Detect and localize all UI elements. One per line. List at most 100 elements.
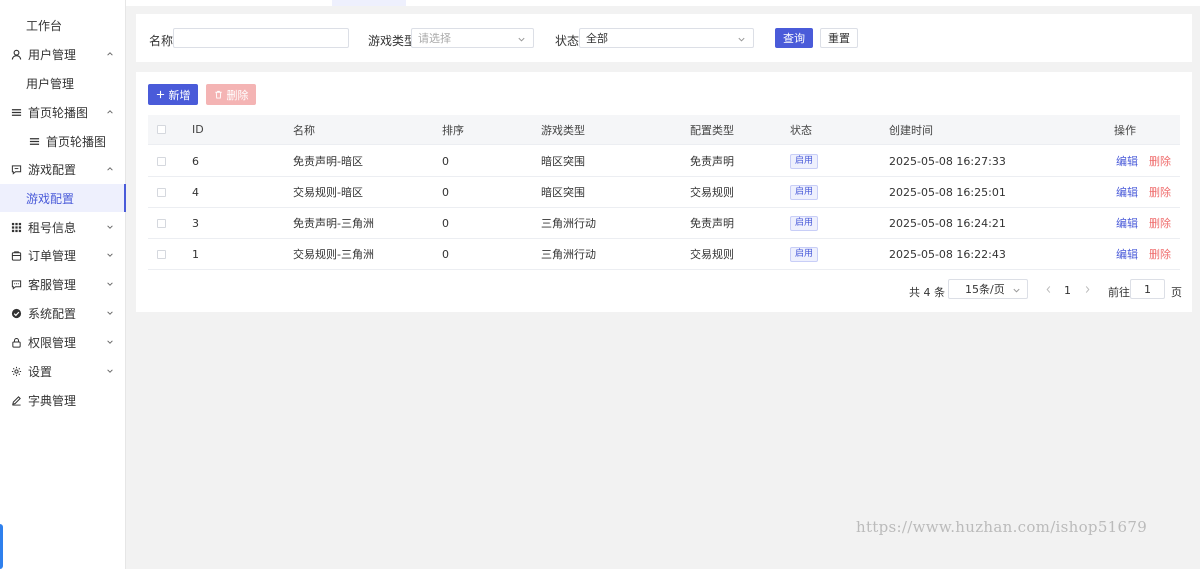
sidebar-item-banner[interactable]: 首页轮播图 [0, 127, 125, 155]
sidebar-item-label: 首页轮播图 [28, 105, 89, 120]
status-badge: 启用 [790, 184, 819, 200]
goto-page-input[interactable]: 1 [1130, 279, 1165, 299]
search-panel: 名称 游戏类型 请选择 状态 全部 查询 重置 [136, 14, 1192, 62]
column-header-status[interactable]: 状态 [790, 115, 812, 144]
sidebar-group-banner[interactable]: 首页轮播图 [0, 98, 125, 126]
sidebar-item-label: 权限管理 [28, 335, 77, 350]
prev-page-button[interactable] [1043, 283, 1053, 295]
message-icon [10, 163, 22, 175]
delete-link[interactable]: 删除 [1149, 215, 1171, 231]
row-select-cell [157, 177, 166, 207]
cell-sort: 0 [442, 247, 449, 261]
sidebar-item-label: 工作台 [26, 18, 63, 33]
row-checkbox[interactable] [157, 218, 166, 228]
next-page-button[interactable] [1082, 283, 1092, 295]
sidebar-group-game-config[interactable]: 游戏配置 [0, 155, 125, 183]
column-header-sort[interactable]: 排序 [442, 115, 464, 144]
sidebar: 工作台 用户管理 用户管理 首页轮播图 首页轮播图 游戏配置 游戏配置 租号信息… [0, 0, 126, 569]
status-badge: 启用 [790, 153, 819, 169]
edit-link[interactable]: 编辑 [1116, 215, 1138, 231]
sidebar-group-permissions[interactable]: 权限管理 [0, 328, 125, 356]
batch-delete-button[interactable]: 删除 [206, 84, 256, 105]
cell-id: 6 [192, 154, 199, 168]
name-label: 名称 [149, 34, 174, 48]
gear-icon [10, 365, 22, 377]
sidebar-group-system-config[interactable]: 系统配置 [0, 299, 125, 327]
sidebar-item-game-config[interactable]: 游戏配置 [0, 184, 126, 212]
chevron-down-icon [105, 279, 115, 289]
reset-button[interactable]: 重置 [820, 28, 858, 48]
page-suffix-label: 页 [1171, 286, 1182, 299]
status-label: 状态 [555, 34, 580, 48]
select-all-checkbox[interactable] [157, 125, 166, 134]
table-row: 3 免责声明-三角洲 0 三角洲行动 免责声明 启用 2025-05-08 16… [148, 208, 1180, 239]
name-input[interactable] [173, 28, 349, 48]
cell-created: 2025-05-08 16:25:01 [889, 185, 1006, 199]
column-header-name[interactable]: 名称 [293, 115, 315, 144]
column-header-game-type[interactable]: 游戏类型 [541, 115, 585, 144]
page-size-select[interactable]: 15条/页 [948, 279, 1028, 299]
chevron-down-icon [105, 366, 115, 376]
add-button[interactable]: 新增 [148, 84, 198, 105]
cell-id: 3 [192, 216, 199, 230]
active-tab-indicator[interactable] [332, 0, 406, 6]
menu-lines-icon [28, 135, 40, 147]
status-selected-value: 全部 [586, 32, 608, 45]
sidebar-item-label: 游戏配置 [28, 162, 77, 177]
status-badge: 启用 [790, 215, 819, 231]
delete-link[interactable]: 删除 [1149, 246, 1171, 262]
game-type-label: 游戏类型 [368, 34, 417, 48]
top-tab-strip [126, 0, 1200, 6]
chevron-down-icon [105, 222, 115, 232]
sidebar-item-label: 系统配置 [28, 306, 77, 321]
chevron-right-icon [1085, 285, 1089, 293]
table-row: 4 交易规则-暗区 0 暗区突围 交易规则 启用 2025-05-08 16:2… [148, 177, 1180, 208]
edit-link[interactable]: 编辑 [1116, 184, 1138, 200]
status-select[interactable]: 全部 [579, 28, 754, 48]
column-header-created[interactable]: 创建时间 [889, 115, 933, 144]
sidebar-group-customer-service[interactable]: 客服管理 [0, 270, 125, 298]
edit-link[interactable]: 编辑 [1116, 153, 1138, 169]
sidebar-item-dashboard[interactable]: 工作台 [0, 11, 125, 39]
table-panel: 新增 删除 ID 名称 排序 游戏类型 配置类型 状态 创建时间 操作 6 免责… [136, 72, 1192, 312]
column-header-config-type[interactable]: 配置类型 [690, 115, 734, 144]
sidebar-group-dictionary[interactable]: 字典管理 [0, 386, 125, 414]
add-button-label: 新增 [168, 88, 191, 102]
cell-id: 1 [192, 247, 199, 261]
sidebar-item-label: 字典管理 [28, 393, 77, 408]
edit-link[interactable]: 编辑 [1116, 246, 1138, 262]
sidebar-group-orders[interactable]: 订单管理 [0, 241, 125, 269]
delete-link[interactable]: 删除 [1149, 153, 1171, 169]
cell-actions: 编辑 删除 [1116, 146, 1171, 176]
goto-page-value: 1 [1144, 282, 1151, 296]
sidebar-group-rental-info[interactable]: 租号信息 [0, 213, 125, 241]
row-checkbox[interactable] [157, 156, 166, 166]
cell-actions: 编辑 删除 [1116, 239, 1171, 269]
query-button[interactable]: 查询 [775, 28, 813, 48]
row-select-cell [157, 239, 166, 269]
lock-icon [10, 336, 22, 348]
cell-status: 启用 [790, 177, 819, 207]
cell-config-type: 交易规则 [690, 248, 734, 261]
chevron-down-icon [737, 34, 746, 43]
current-page-number[interactable]: 1 [1064, 284, 1071, 297]
chevron-up-icon [105, 49, 115, 59]
chevron-left-icon [1046, 285, 1050, 293]
column-header-id[interactable]: ID [192, 115, 204, 144]
sidebar-group-settings[interactable]: 设置 [0, 357, 125, 385]
side-drawer-handle[interactable] [0, 524, 3, 569]
sidebar-group-user[interactable]: 用户管理 [0, 40, 125, 68]
chevron-down-icon [517, 34, 526, 43]
column-header-actions: 操作 [1114, 123, 1136, 137]
sidebar-item-label: 租号信息 [28, 220, 77, 235]
trash-icon [214, 90, 222, 99]
cell-name: 免责声明-三角洲 [293, 217, 374, 230]
sidebar-item-user-management[interactable]: 用户管理 [0, 69, 125, 97]
game-type-select[interactable]: 请选择 [411, 28, 534, 48]
cell-name: 交易规则-三角洲 [293, 248, 374, 261]
row-checkbox[interactable] [157, 187, 166, 197]
row-checkbox[interactable] [157, 249, 166, 259]
cart-icon [10, 249, 22, 261]
cell-game-type: 三角洲行动 [541, 217, 596, 230]
delete-link[interactable]: 删除 [1149, 184, 1171, 200]
